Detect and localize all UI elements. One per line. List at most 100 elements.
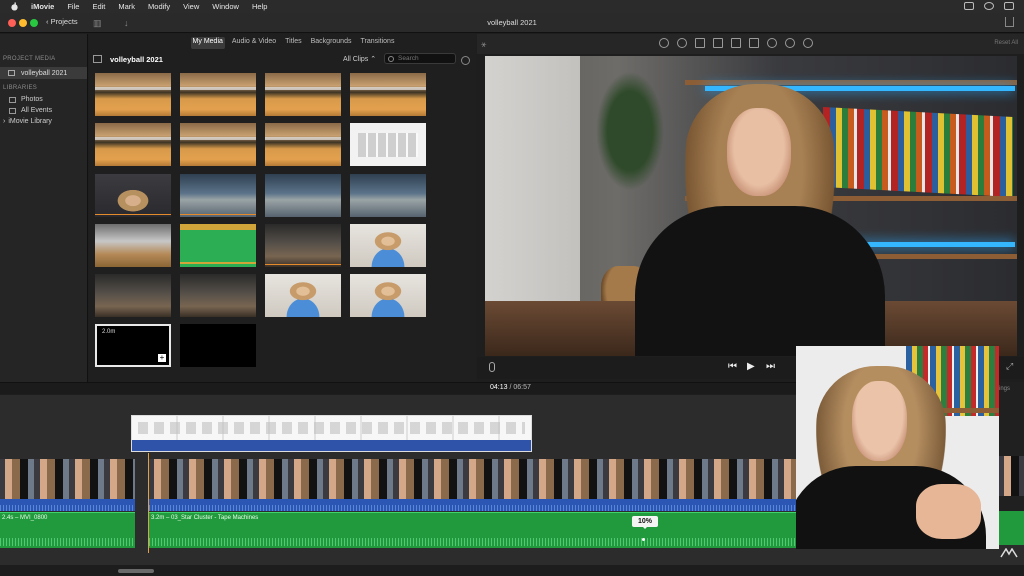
clip-thumbnail[interactable] bbox=[265, 224, 341, 267]
clip-thumbnail[interactable] bbox=[350, 123, 426, 166]
tab-audio-video[interactable]: Audio & Video bbox=[230, 37, 278, 49]
clip-duration: 2.0m bbox=[100, 329, 118, 335]
used-marker bbox=[180, 213, 256, 215]
menu-modify[interactable]: Modify bbox=[148, 2, 170, 11]
sidebar-toggle-icon[interactable] bbox=[93, 55, 102, 63]
menu-file[interactable]: File bbox=[67, 2, 79, 11]
skip-back-icon[interactable]: ⏮ bbox=[728, 361, 737, 372]
project-media-heading: PROJECT MEDIA bbox=[3, 56, 56, 62]
color-correction-icon[interactable] bbox=[677, 38, 687, 48]
display-icon[interactable] bbox=[1004, 2, 1014, 10]
tab-transitions[interactable]: Transitions bbox=[358, 37, 396, 49]
clip-thumbnail[interactable] bbox=[180, 324, 256, 367]
background-music-clip[interactable]: 2.4s – MVI_0800 bbox=[0, 512, 135, 548]
clip-thumbnail[interactable] bbox=[350, 224, 426, 267]
clip-thumbnail[interactable] bbox=[180, 224, 256, 267]
video-viewer bbox=[485, 56, 1017, 356]
search-input[interactable]: Search bbox=[384, 53, 456, 64]
clip-audio-waveform[interactable] bbox=[0, 499, 135, 511]
sidebar-item-all-events[interactable]: All Events bbox=[0, 103, 87, 114]
pip-person-face bbox=[852, 381, 907, 461]
horizontal-scrollbar[interactable] bbox=[118, 569, 154, 573]
clip-thumbnail[interactable] bbox=[350, 174, 426, 217]
background-music-clip[interactable]: 3.2m – 03_Star Cluster - Tape Machines bbox=[149, 512, 796, 548]
viewer-frame-shelf bbox=[685, 80, 1017, 85]
playhead[interactable] bbox=[148, 453, 149, 553]
menu-edit[interactable]: Edit bbox=[92, 2, 105, 11]
clip-thumbnail[interactable] bbox=[350, 274, 426, 317]
timeline-clip[interactable] bbox=[0, 459, 135, 499]
apple-icon[interactable] bbox=[10, 2, 19, 11]
overlay-clip[interactable] bbox=[131, 415, 532, 452]
menu-app-name[interactable]: iMovie bbox=[31, 2, 54, 11]
sidebar-item-project[interactable]: volleyball 2021 bbox=[0, 67, 87, 79]
sidebar-item-imovie-library[interactable]: › iMovie Library bbox=[0, 114, 87, 125]
clip-thumbnail[interactable] bbox=[180, 174, 256, 217]
disclosure-icon[interactable]: › bbox=[3, 118, 5, 125]
volume-handle[interactable] bbox=[642, 538, 645, 541]
brand-logo-icon bbox=[1000, 548, 1018, 558]
menu-view[interactable]: View bbox=[183, 2, 199, 11]
clip-thumbnail[interactable] bbox=[265, 274, 341, 317]
volume-icon[interactable] bbox=[731, 38, 741, 48]
clip-thumbnail[interactable] bbox=[265, 73, 341, 116]
add-to-timeline-icon[interactable]: + bbox=[158, 354, 166, 362]
timeline-right-edge bbox=[999, 382, 1024, 545]
used-marker bbox=[265, 263, 341, 265]
clip-thumbnail[interactable] bbox=[95, 174, 171, 217]
stabilization-icon[interactable] bbox=[713, 38, 723, 48]
skip-forward-icon[interactable]: ⏭ bbox=[766, 361, 775, 372]
adjustments-toolbar: ⚹ Reset All bbox=[477, 34, 1024, 54]
events-icon bbox=[9, 107, 16, 114]
viewer-frame-books bbox=[823, 107, 1013, 197]
menu-window[interactable]: Window bbox=[212, 2, 239, 11]
clip-thumbnail[interactable] bbox=[180, 123, 256, 166]
background-music-clip[interactable] bbox=[999, 511, 1024, 545]
clip-thumbnail[interactable] bbox=[95, 73, 171, 116]
timeline-settings-label[interactable]: ings bbox=[999, 386, 1010, 392]
timeline-clip[interactable] bbox=[149, 459, 796, 499]
clip-thumbnail[interactable] bbox=[95, 123, 171, 166]
tab-titles[interactable]: Titles bbox=[283, 37, 303, 49]
clip-thumbnail[interactable] bbox=[95, 274, 171, 317]
play-icon[interactable]: ▶ bbox=[747, 361, 755, 372]
clip-thumbnail[interactable] bbox=[265, 174, 341, 217]
clip-thumbnail[interactable] bbox=[265, 123, 341, 166]
speed-icon[interactable] bbox=[767, 38, 777, 48]
used-marker bbox=[95, 213, 171, 215]
sidebar-imovie-library-label: iMovie Library bbox=[8, 118, 52, 125]
fullscreen-icon[interactable]: ⤢ bbox=[1006, 361, 1013, 372]
libraries-sidebar: PROJECT MEDIA volleyball 2021 LIBRARIES … bbox=[0, 34, 88, 382]
media-browser: My Media Audio & Video Titles Background… bbox=[89, 34, 476, 382]
share-icon[interactable] bbox=[1005, 17, 1014, 27]
menu-help[interactable]: Help bbox=[252, 2, 267, 11]
reset-all-button[interactable]: Reset All bbox=[994, 40, 1018, 46]
clip-thumbnail[interactable] bbox=[180, 274, 256, 317]
clip-thumbnail[interactable] bbox=[350, 73, 426, 116]
menu-mark[interactable]: Mark bbox=[118, 2, 135, 11]
search-placeholder: Search bbox=[398, 55, 419, 62]
project-icon bbox=[8, 70, 15, 76]
screen-record-icon[interactable] bbox=[964, 2, 974, 10]
clip-thumbnail[interactable] bbox=[95, 224, 171, 267]
voiceover-mic-icon[interactable] bbox=[489, 362, 495, 372]
color-balance-icon[interactable] bbox=[659, 38, 669, 48]
crop-icon[interactable] bbox=[695, 38, 705, 48]
sidebar-item-photos[interactable]: Photos bbox=[0, 91, 87, 103]
clip-audio-waveform[interactable] bbox=[149, 499, 796, 511]
info-icon[interactable] bbox=[803, 38, 813, 48]
tab-backgrounds[interactable]: Backgrounds bbox=[309, 37, 354, 49]
overlay-clip-audio bbox=[132, 440, 531, 451]
clip-thumbnail[interactable] bbox=[180, 73, 256, 116]
current-time: 04:13 bbox=[490, 384, 508, 391]
sidebar-all-events-label: All Events bbox=[21, 107, 53, 114]
noise-reduction-icon[interactable] bbox=[749, 38, 759, 48]
gear-icon[interactable] bbox=[461, 56, 470, 65]
magic-wand-icon[interactable]: ⚹ bbox=[481, 39, 486, 50]
selected-clip-thumbnail[interactable]: 2.0m + bbox=[95, 324, 171, 367]
clip-filter-icon[interactable] bbox=[785, 38, 795, 48]
tab-my-media[interactable]: My Media bbox=[190, 37, 225, 49]
clip-filter-select[interactable]: All Clips ⌃ bbox=[343, 55, 376, 63]
globe-icon[interactable] bbox=[984, 2, 994, 10]
search-icon bbox=[388, 56, 394, 62]
